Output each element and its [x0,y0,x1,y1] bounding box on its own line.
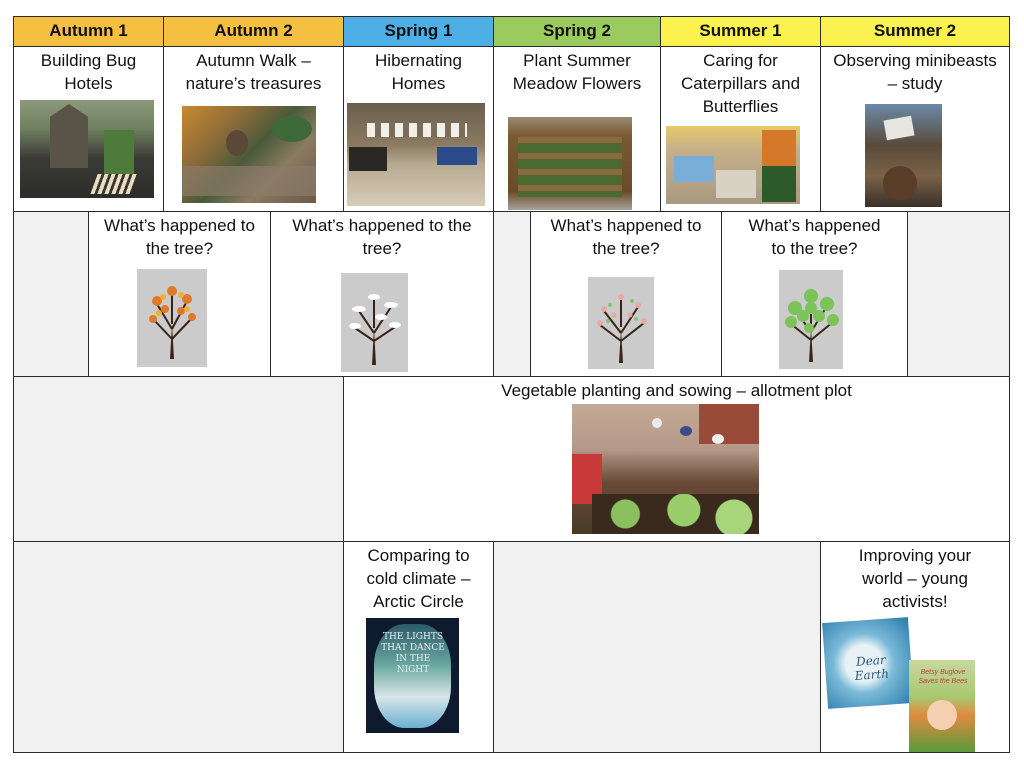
autumn-leaves-photo [182,106,316,203]
topic-cell-summer-1: Caring for Caterpillars and Butterflies [660,46,821,212]
tree-question: What’s happened to the tree? [104,216,255,258]
topic-text: Observing minibeasts – study [833,51,997,93]
spring-tree-image [588,277,654,369]
betsy-buglove-book-cover: Betsy Buglove Saves the Bees [909,660,975,752]
header-summer-1: Summer 1 [660,16,821,47]
bug-hotel-photo [20,100,154,198]
topic-text: Autumn Walk – nature’s treasures [185,51,322,93]
header-summer-2: Summer 2 [820,16,1010,47]
activists-text: Improving your world – young activists! [858,546,972,611]
tree-question: What’s happened to the tree? [748,216,881,258]
topic-cell-autumn-2: Autumn Walk – nature’s treasures [163,46,344,212]
empty-cell [13,376,344,542]
activists-cell: Improving your world – young activists! … [820,541,1010,753]
hibernation-display-photo [347,103,485,206]
empty-cell [907,211,1010,377]
vegetable-cell: Vegetable planting and sowing – allotmen… [343,376,1010,542]
children-observing-photo [865,104,942,207]
vegetable-text: Vegetable planting and sowing – allotmen… [501,381,852,400]
arctic-text: Comparing to cold climate – Arctic Circl… [366,546,471,611]
topic-text: Hibernating Homes [375,51,462,93]
arctic-book-cover: THE LIGHTS THAT DANCE IN THE NIGHT [366,618,459,733]
butterfly-display-photo [666,126,800,204]
tree-cell-spring: What’s happened to the tree? [530,211,722,377]
summer-tree-image [779,270,843,369]
tree-icon [149,286,196,359]
autumn-tree-image [137,269,207,367]
arctic-cell: Comparing to cold climate – Arctic Circl… [343,541,494,753]
empty-cell [493,211,531,377]
book-title: Dear Earth [854,652,890,683]
empty-cell [13,541,344,753]
topic-text: Caring for Caterpillars and Butterflies [680,51,801,116]
topic-cell-spring-2: Plant Summer Meadow Flowers [493,46,661,212]
tree-cell-autumn: What’s happened to the tree? [88,211,271,377]
topic-cell-spring-1: Hibernating Homes [343,46,494,212]
dear-earth-book-cover: Dear Earth [822,617,914,709]
planter-photo [508,117,632,210]
book-title: Betsy Buglove Saves the Bees [918,669,968,685]
header-spring-2: Spring 2 [493,16,661,47]
tree-question: What’s happened to the tree? [292,216,472,258]
tree-icon [349,294,401,365]
tree-icon [597,294,647,363]
header-autumn-2: Autumn 2 [163,16,344,47]
topic-cell-autumn-1: Building Bug Hotels [13,46,164,212]
topic-text: Plant Summer Meadow Flowers [512,51,642,93]
tree-cell-winter: What’s happened to the tree? [270,211,494,377]
allotment-photo [572,404,759,534]
empty-cell [13,211,89,377]
tree-cell-summer: What’s happened to the tree? [721,211,908,377]
winter-tree-image [341,273,408,372]
header-autumn-1: Autumn 1 [13,16,164,47]
tree-question: What’s happened to the tree? [550,216,702,258]
header-spring-1: Spring 1 [343,16,494,47]
tree-icon [785,289,839,362]
book-title: THE LIGHTS THAT DANCE IN THE NIGHT [381,632,445,675]
empty-cell [493,541,821,753]
topic-cell-summer-2: Observing minibeasts – study [820,46,1010,212]
topic-text: Building Bug Hotels [40,51,137,93]
